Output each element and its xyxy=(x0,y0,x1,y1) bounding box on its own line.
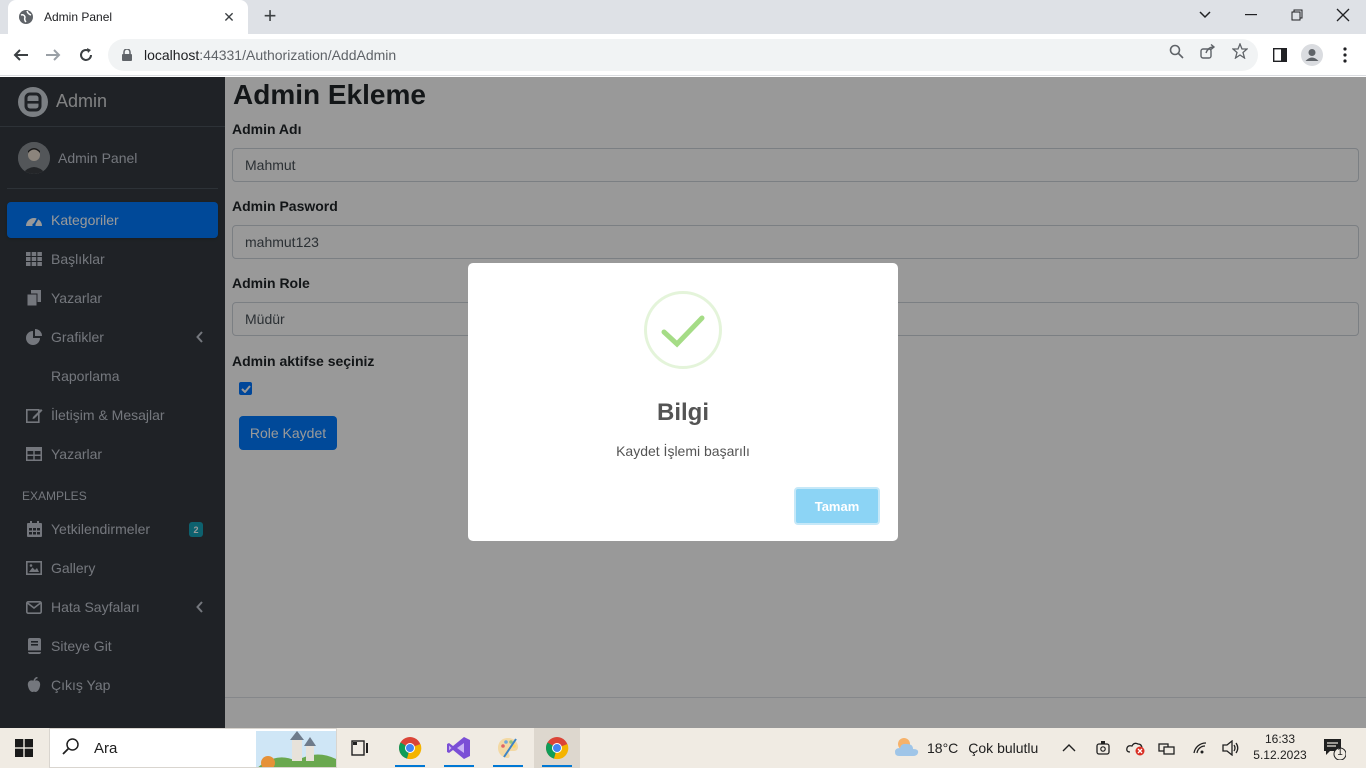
chrome-active-taskbar-icon[interactable] xyxy=(534,728,580,768)
globe-icon xyxy=(18,9,34,25)
taskbar-search-box[interactable]: Ara xyxy=(49,728,337,768)
back-arrow-icon[interactable] xyxy=(8,42,34,68)
system-clock[interactable]: 16:33 5.12.2023 xyxy=(1250,731,1310,763)
search-placeholder: Ara xyxy=(94,739,118,757)
windows-start-icon[interactable] xyxy=(0,728,48,768)
weather-temperature: 18°C xyxy=(927,740,959,756)
url-text: localhost:44331/Authorization/AddAdmin xyxy=(144,47,397,63)
task-view-icon[interactable] xyxy=(338,728,384,768)
browser-toolbar: localhost:44331/Authorization/AddAdmin xyxy=(0,34,1366,76)
onedrive-error-icon[interactable] xyxy=(1126,728,1146,768)
chrome-taskbar-icon[interactable] xyxy=(387,728,433,768)
paint-app-icon[interactable] xyxy=(485,728,531,768)
address-bar[interactable]: localhost:44331/Authorization/AddAdmin xyxy=(108,39,1258,71)
browser-tab-strip: Admin Panel ✕ + xyxy=(0,0,1366,34)
cloudy-weather-icon xyxy=(893,736,921,761)
weather-widget[interactable]: 18°C Çok bulutlu xyxy=(893,728,1038,768)
lock-icon[interactable] xyxy=(120,48,134,62)
meet-now-icon[interactable] xyxy=(1095,728,1111,768)
dialog-message: Kaydet İşlemi başarılı xyxy=(616,443,750,459)
reload-icon[interactable] xyxy=(73,42,99,68)
success-check-icon xyxy=(644,291,722,369)
tab-search-icon[interactable] xyxy=(1182,0,1228,30)
minimize-button[interactable] xyxy=(1228,0,1274,30)
windows-taskbar: Ara 18°C Çok bulutlu 16:33 5.12.2023 1 xyxy=(0,728,1366,768)
tab-close-icon[interactable]: ✕ xyxy=(220,9,238,26)
new-tab-button[interactable]: + xyxy=(258,4,282,28)
profile-avatar-icon[interactable] xyxy=(1300,43,1324,67)
volume-icon[interactable] xyxy=(1222,728,1240,768)
wifi-icon[interactable] xyxy=(1192,728,1208,768)
confirm-button[interactable]: Tamam xyxy=(794,487,880,525)
share-icon[interactable] xyxy=(1199,42,1217,60)
zoom-icon[interactable] xyxy=(1167,42,1185,60)
network-ethernet-icon[interactable] xyxy=(1158,728,1176,768)
clock-date: 5.12.2023 xyxy=(1253,748,1307,762)
clock-time: 16:33 xyxy=(1264,732,1296,746)
info-dialog: Bilgi Kaydet İşlemi başarılı Tamam xyxy=(468,263,898,541)
restore-button[interactable] xyxy=(1274,0,1320,30)
notification-center-icon[interactable]: 1 xyxy=(1322,736,1347,761)
show-hidden-icons-chevron-icon[interactable] xyxy=(1062,728,1076,768)
weather-description: Çok bulutlu xyxy=(968,740,1039,756)
more-menu-icon[interactable] xyxy=(1333,43,1357,67)
side-panel-icon[interactable] xyxy=(1268,43,1292,67)
search-icon xyxy=(62,737,80,760)
tab-title: Admin Panel xyxy=(44,10,113,24)
browser-tab[interactable]: Admin Panel ✕ xyxy=(8,0,248,34)
visual-studio-icon[interactable] xyxy=(436,728,482,768)
bookmark-star-icon[interactable] xyxy=(1231,42,1249,60)
notification-count: 1 xyxy=(1337,747,1343,758)
forward-arrow-icon[interactable] xyxy=(40,42,66,68)
dialog-title: Bilgi xyxy=(657,399,709,426)
search-highlight-image xyxy=(256,731,336,767)
close-window-button[interactable] xyxy=(1320,0,1366,30)
